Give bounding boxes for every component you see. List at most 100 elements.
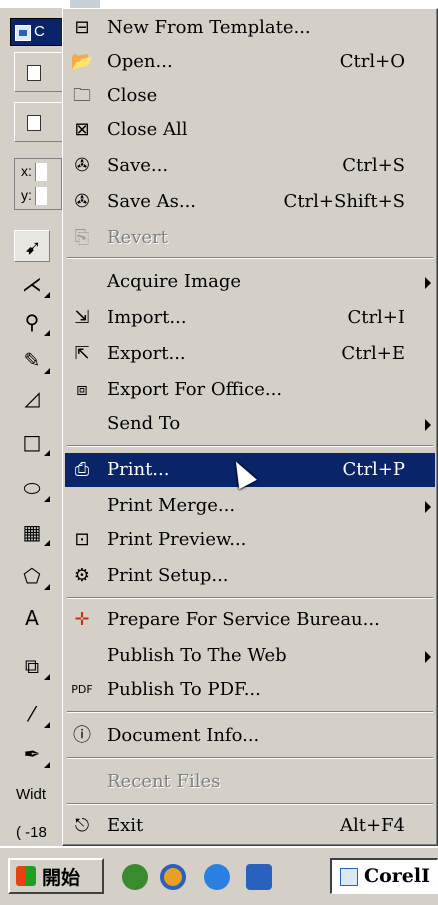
save-icon: ✇ <box>74 155 90 176</box>
menu-item-label: Revert <box>107 227 168 248</box>
app-title-button[interactable]: C <box>10 18 64 46</box>
menu-item-close[interactable]: 🗀 Close <box>65 79 435 113</box>
start-button[interactable]: 開始 <box>8 858 104 894</box>
freehand-tool[interactable]: ✎ <box>14 344 50 376</box>
x-coordinate-field[interactable] <box>34 163 47 182</box>
ellipse-tool[interactable]: ⬭ <box>14 472 50 504</box>
menu-item-label: Export For Office... <box>107 379 283 400</box>
smart-fill-tool[interactable]: ◿ <box>14 382 50 414</box>
polygon-tool[interactable]: ▦ <box>14 516 50 548</box>
menu-item-label: Close All <box>107 119 188 140</box>
eyedropper-icon: ⁄ <box>30 702 34 726</box>
exit-icon: ⎋ <box>74 815 90 836</box>
service-bureau-icon: ✛ <box>74 609 90 630</box>
text-tool[interactable]: A <box>14 602 50 634</box>
menu-item-export-for-office[interactable]: ⧈ Export For Office... <box>65 373 435 407</box>
pdf-icon: PDF <box>71 683 93 696</box>
width-property-box: Widt ( -18 <box>12 780 64 846</box>
menu-item-prepare-service-bureau[interactable]: ✛ Prepare For Service Bureau... <box>65 603 435 637</box>
menu-item-exit[interactable]: ⎋ Exit Alt+F4 <box>65 809 435 843</box>
menu-item-label: Print Preview... <box>107 529 247 550</box>
zoom-icon: ⚲ <box>24 310 40 334</box>
shape-icon: ⋌ <box>22 272 42 296</box>
toolbox: C x: y: ➹ ⋌ ⚲ ✎ ◿ □ ⬭ ▦ ⬠ A ⧉ ⁄ ✒ Widt (… <box>0 8 64 846</box>
menu-item-label: Document Info... <box>107 725 260 746</box>
toolbar-new-button[interactable] <box>14 52 62 92</box>
menu-item-revert[interactable]: ⎘ Revert <box>65 221 435 255</box>
menu-item-export[interactable]: ⇱ Export... Ctrl+E <box>65 337 435 371</box>
menu-item-publish-pdf[interactable]: PDF Publish To PDF... <box>65 673 435 707</box>
eyedropper-tool[interactable]: ⁄ <box>14 698 50 730</box>
menu-item-open[interactable]: 📂 Open... Ctrl+O <box>65 45 435 79</box>
menu-item-label: Save... <box>107 155 169 176</box>
menu-item-new-from-template[interactable]: ⊟ New From Template... <box>65 11 435 45</box>
menu-item-shortcut: Ctrl+I <box>347 307 405 328</box>
menu-item-send-to[interactable]: Send To <box>65 407 435 441</box>
export-office-icon: ⧈ <box>76 379 88 400</box>
menu-item-label: Open... <box>107 51 173 72</box>
smart-fill-icon: ◿ <box>24 386 40 410</box>
task-label: CorelI <box>364 865 430 887</box>
ellipse-icon: ⬭ <box>23 476 41 500</box>
close-doc-icon: 🗀 <box>73 85 91 106</box>
toolbar-page-button[interactable] <box>14 102 62 142</box>
grid-icon: ▦ <box>22 520 42 544</box>
rectangle-tool[interactable]: □ <box>14 426 50 458</box>
menu-item-document-info[interactable]: ⓘ Document Info... <box>65 719 435 753</box>
width-value[interactable]: ( -18 <box>16 824 47 841</box>
menu-item-label: Prepare For Service Bureau... <box>107 609 380 630</box>
menu-item-import[interactable]: ⇲ Import... Ctrl+I <box>65 301 435 335</box>
import-icon: ⇲ <box>74 307 90 328</box>
menu-item-shortcut: Ctrl+O <box>339 51 405 72</box>
outlook-express-icon[interactable] <box>246 864 272 890</box>
menu-item-label: Exit <box>107 815 144 836</box>
menu-separator <box>67 711 433 713</box>
menu-item-publish-web[interactable]: Publish To The Web <box>65 639 435 673</box>
menu-item-print-setup[interactable]: ⚙ Print Setup... <box>65 559 435 593</box>
basic-shapes-icon: ⬠ <box>23 564 41 588</box>
submenu-arrow-icon <box>425 651 431 663</box>
print-icon: ⎙ <box>74 459 90 480</box>
basic-shapes-tool[interactable]: ⬠ <box>14 560 50 592</box>
menu-item-label: Save As... <box>107 191 197 212</box>
taskbar-corel-window[interactable]: CorelI <box>330 858 438 894</box>
width-label: Widt <box>16 786 46 803</box>
internet-explorer-icon[interactable] <box>204 864 230 890</box>
x-coordinate-label: x: <box>21 163 32 179</box>
submenu-arrow-icon <box>425 277 431 289</box>
menu-separator <box>67 803 433 805</box>
outline-tool[interactable]: ✒ <box>14 738 50 770</box>
save-as-icon: ✇ <box>74 191 90 212</box>
corel-app-icon <box>15 25 31 41</box>
y-coordinate-row: y: <box>15 183 61 207</box>
blend-icon: ⧉ <box>24 654 40 678</box>
coordinates-box: x: y: <box>14 158 62 210</box>
menu-item-save[interactable]: ✇ Save... Ctrl+S <box>65 149 435 183</box>
menu-item-save-as[interactable]: ✇ Save As... Ctrl+Shift+S <box>65 185 435 219</box>
pointer-icon: ➹ <box>24 235 42 259</box>
menu-item-label: Acquire Image <box>107 271 242 292</box>
pick-tool[interactable]: ➹ <box>14 230 50 262</box>
interactive-blend-tool[interactable]: ⧉ <box>14 650 50 682</box>
window-title-fragment: C <box>34 23 45 40</box>
menu-item-print-preview[interactable]: ⊡ Print Preview... <box>65 523 435 557</box>
menu-item-shortcut: Ctrl+E <box>341 343 405 364</box>
menu-item-acquire-image[interactable]: Acquire Image <box>65 265 435 299</box>
quicklaunch-app-icon[interactable] <box>122 864 148 890</box>
menu-separator <box>67 445 433 447</box>
menu-item-shortcut: Ctrl+P <box>342 459 405 480</box>
menu-item-label: Publish To The Web <box>107 645 287 666</box>
export-icon: ⇱ <box>74 343 90 364</box>
menu-item-label: Print Merge... <box>107 495 236 516</box>
menu-item-close-all[interactable]: ⊠ Close All <box>65 113 435 147</box>
menu-separator <box>67 597 433 599</box>
zoom-tool[interactable]: ⚲ <box>14 306 50 338</box>
menu-item-print-merge[interactable]: Print Merge... <box>65 489 435 523</box>
y-coordinate-field[interactable] <box>34 187 47 206</box>
submenu-arrow-icon <box>425 501 431 513</box>
menu-separator <box>67 257 433 259</box>
print-setup-icon: ⚙ <box>73 565 91 586</box>
media-player-icon[interactable] <box>160 864 186 890</box>
shape-tool[interactable]: ⋌ <box>14 268 50 300</box>
submenu-arrow-icon <box>425 419 431 431</box>
